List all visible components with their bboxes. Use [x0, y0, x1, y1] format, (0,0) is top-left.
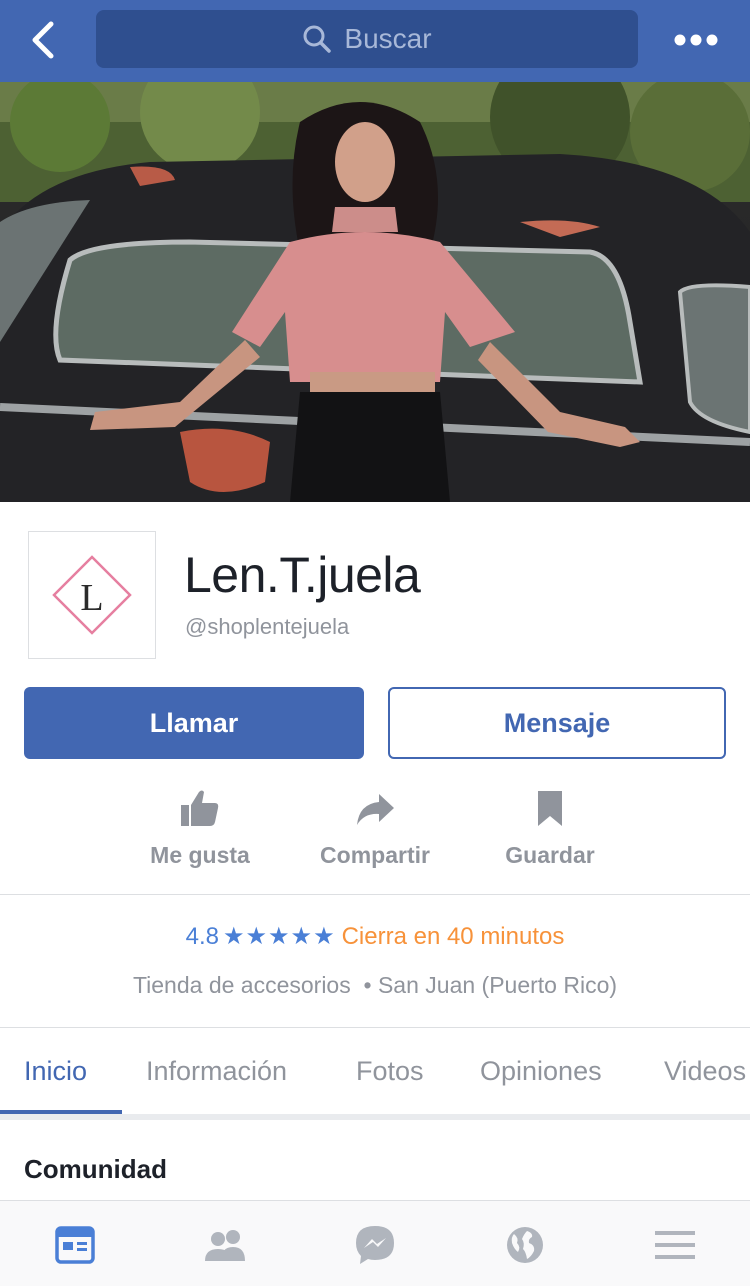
share-action[interactable]: Compartir [312, 788, 438, 869]
tabs-separator [0, 1114, 750, 1120]
thumbs-up-icon [181, 790, 219, 826]
news-feed-icon [55, 1226, 95, 1264]
star-rating-icons: ★★★★★ [223, 923, 336, 950]
share-icon [357, 794, 394, 825]
friends-icon [205, 1230, 245, 1261]
page-location: San Juan (Puerto Rico) [377, 972, 618, 998]
call-button[interactable]: Llamar [24, 687, 364, 759]
globe-icon [507, 1227, 543, 1263]
nav-messenger[interactable] [353, 1223, 397, 1267]
rating-value: 4.8 [185, 923, 219, 950]
messenger-icon [356, 1226, 394, 1264]
separator-dot: • [357, 972, 378, 998]
page-tabs: Inicio Información Fotos Opiniones Video… [0, 1028, 750, 1114]
profile-picture[interactable]: L [28, 531, 156, 659]
save-label: Guardar [505, 842, 595, 868]
chevron-left-icon [32, 21, 54, 59]
tab-fotos[interactable]: Fotos [356, 1056, 424, 1087]
save-action[interactable]: Guardar [500, 788, 600, 869]
section-title: Comunidad [24, 1154, 167, 1184]
nav-news-feed[interactable] [53, 1223, 97, 1267]
share-label: Compartir [320, 842, 430, 868]
tab-videos[interactable]: Videos [664, 1056, 746, 1087]
search-placeholder: Buscar [344, 23, 432, 54]
bookmark-icon [538, 791, 562, 826]
search-icon [303, 25, 332, 53]
rating-row[interactable]: 4.8 ★★★★★ Cierra en 40 minutos [0, 922, 750, 951]
category-location-row: Tienda de accesorios • San Juan (Puerto … [0, 972, 750, 999]
more-options-button[interactable] [660, 14, 732, 66]
search-input[interactable]: Buscar [96, 10, 638, 68]
cover-photo-illustration [0, 82, 750, 502]
bottom-navigation-bar [0, 1200, 750, 1286]
tab-inicio[interactable]: Inicio [24, 1056, 87, 1087]
page-title: Len.T.juela [184, 547, 421, 603]
page-category: Tienda de accesorios [132, 972, 351, 998]
message-button[interactable]: Mensaje [388, 687, 726, 759]
svg-text:L: L [80, 577, 103, 619]
nav-friends[interactable] [203, 1223, 247, 1267]
divider [0, 894, 750, 895]
tab-informacion[interactable]: Información [146, 1056, 287, 1087]
nav-menu[interactable] [653, 1223, 697, 1267]
nav-notifications[interactable] [503, 1223, 547, 1267]
like-label: Me gusta [150, 842, 250, 868]
tab-opiniones[interactable]: Opiniones [480, 1056, 602, 1087]
top-navigation-bar: Buscar [0, 0, 750, 82]
page-actions-row: Me gusta Compartir Guardar [0, 788, 750, 878]
menu-icon [655, 1231, 695, 1259]
page-username: @shoplentejuela [185, 614, 350, 639]
more-horizontal-icon [674, 34, 718, 46]
brand-logo: L [52, 555, 132, 635]
back-button[interactable] [18, 12, 70, 68]
like-action[interactable]: Me gusta [145, 788, 255, 869]
opening-hours-status: Cierra en 40 minutos [341, 923, 565, 950]
cover-photo[interactable] [0, 82, 750, 502]
